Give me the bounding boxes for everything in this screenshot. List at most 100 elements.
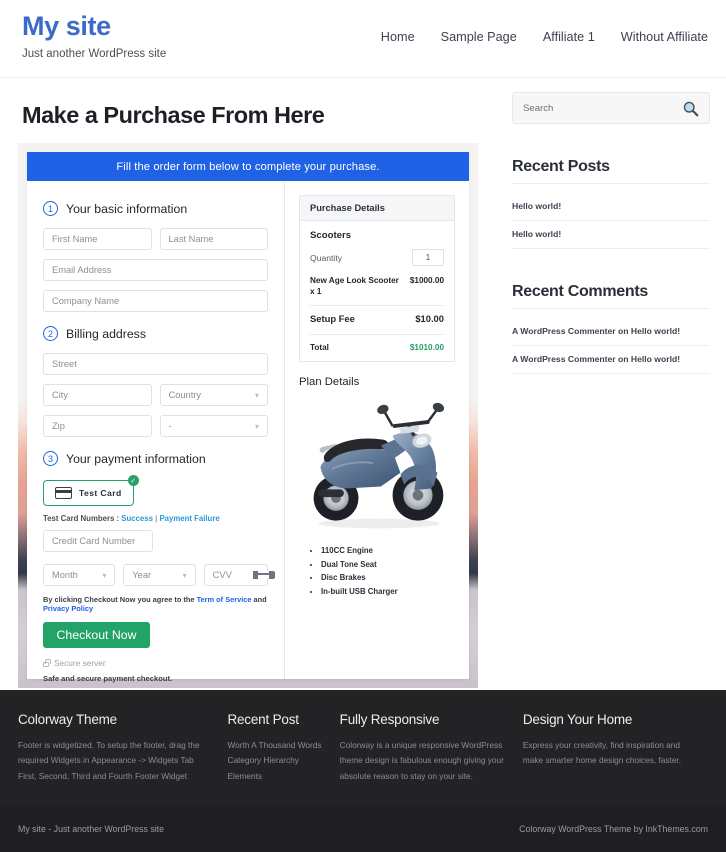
company-name-input[interactable]: Company Name	[43, 290, 268, 312]
expiry-month-value: Month	[52, 570, 78, 580]
step-2-heading: 2 Billing address	[43, 326, 268, 341]
test-card-success-link[interactable]: Success	[121, 514, 153, 523]
search-widget[interactable]: Search	[512, 92, 710, 124]
recent-post-link[interactable]: Hello world!	[512, 229, 561, 239]
tos-and: and	[251, 595, 267, 604]
primary-navigation: Home Sample Page Affiliate 1 Without Aff…	[381, 30, 708, 44]
credit-card-number-input[interactable]: Credit Card Number	[43, 530, 153, 552]
search-input[interactable]: Search	[523, 103, 553, 114]
country-select[interactable]: Country ▾	[159, 384, 268, 406]
page-root: My site Just another WordPress site Home…	[0, 0, 726, 852]
site-footer: Colorway Theme Footer is widgetized. To …	[0, 690, 726, 805]
checkout-now-button[interactable]: Checkout Now	[43, 622, 150, 648]
step-3-number-icon: 3	[43, 451, 58, 466]
state-select[interactable]: - ▾	[159, 415, 268, 437]
order-summary-column: Purchase Details Scooters Quantity 1 New…	[285, 181, 469, 679]
last-name-input[interactable]: Last Name	[159, 228, 268, 250]
payment-method-wrapper: Test Card ✓	[43, 475, 139, 506]
test-card-prefix: Test Card Numbers :	[43, 514, 122, 523]
plan-feature-item: Dual Tone Seat	[321, 558, 455, 572]
zip-input[interactable]: Zip	[43, 415, 152, 437]
footer-column-2-title: Recent Post	[227, 712, 299, 727]
total-amount: $1010.00	[409, 342, 444, 352]
recent-comment-link[interactable]: A WordPress Commenter on Hello world!	[512, 326, 680, 336]
step-1-heading: 1 Your basic information	[43, 201, 268, 216]
footer-bottom-bar: My site - Just another WordPress site Co…	[0, 805, 726, 852]
scooter-illustration	[313, 402, 445, 529]
chevron-down-icon: ▾	[102, 570, 107, 580]
site-tagline: Just another WordPress site	[22, 47, 167, 60]
site-branding[interactable]: My site Just another WordPress site	[22, 11, 322, 60]
step-3-heading: 3 Your payment information	[43, 451, 268, 466]
payment-method-label: Test Card	[79, 488, 122, 498]
nav-item-without-affiliate[interactable]: Without Affiliate	[621, 30, 708, 44]
recent-post-item[interactable]: Hello world!	[512, 193, 710, 221]
recent-post-link[interactable]: Hello world!	[512, 201, 561, 211]
footer-recent-post-link[interactable]: Worth A Thousand Words	[227, 738, 325, 753]
recent-comment-item[interactable]: A WordPress Commenter on Hello world!	[512, 346, 710, 374]
card-number-row: Credit Card Number	[43, 530, 268, 552]
street-input[interactable]: Street	[43, 353, 268, 375]
purchase-details-body: Scooters Quantity 1 New Age Look Scooter…	[300, 221, 454, 361]
footer-recent-post-link[interactable]: Elements	[227, 769, 325, 784]
nav-item-affiliate-1[interactable]: Affiliate 1	[543, 30, 595, 44]
footer-column-2: Recent Post Worth A Thousand Words Categ…	[227, 712, 339, 805]
privacy-policy-link[interactable]: Privacy Policy	[43, 604, 93, 613]
expiry-year-value: Year	[132, 570, 152, 580]
order-form-fields: 1 Your basic information First Name Last…	[27, 181, 284, 683]
nav-item-home[interactable]: Home	[381, 30, 415, 44]
setup-fee-amount: $10.00	[415, 313, 444, 325]
tos-prefix: By clicking Checkout Now you agree to th…	[43, 595, 197, 604]
cvv-input[interactable]: CVV	[203, 564, 275, 586]
line-item-name: New Age Look Scooter x 1	[310, 276, 399, 297]
footer-column-3-text: Colorway is a unique responsive WordPres…	[339, 740, 504, 781]
recent-comment-link[interactable]: A WordPress Commenter on Hello world!	[512, 354, 680, 364]
payment-method-test-card[interactable]: Test Card	[43, 480, 134, 506]
email-input[interactable]: Email Address	[43, 259, 268, 281]
site-title[interactable]: My site	[22, 11, 322, 42]
total-label: Total	[310, 342, 329, 352]
footer-column-1: Colorway Theme Footer is widgetized. To …	[18, 712, 227, 805]
terms-of-service-link[interactable]: Term of Service	[197, 595, 252, 604]
footer-recent-post-link[interactable]: Category Hierarchy	[227, 753, 325, 768]
footer-site-credit: My site - Just another WordPress site	[18, 823, 165, 834]
city-country-row: City Country ▾	[43, 384, 268, 406]
check-circle-icon: ✓	[127, 475, 139, 486]
first-name-input[interactable]: First Name	[43, 228, 152, 250]
chevron-down-icon: ▾	[254, 390, 259, 400]
quantity-label: Quantity	[310, 252, 343, 263]
step-1-label: Your basic information	[66, 201, 188, 216]
line-item-total: Total $1010.00	[310, 342, 444, 353]
main-column: Make a Purchase From Here Fill the order…	[0, 78, 500, 688]
email-field-row: Email Address	[43, 259, 268, 281]
content-wrapper: Make a Purchase From Here Fill the order…	[0, 78, 726, 688]
recent-comments-title: Recent Comments	[512, 283, 710, 309]
order-form-body: 1 Your basic information First Name Last…	[27, 181, 469, 683]
step-3-label: Your payment information	[66, 451, 206, 466]
state-select-value: -	[168, 421, 172, 431]
order-form-backdrop: Fill the order form below to complete yo…	[18, 143, 478, 688]
step-2-label: Billing address	[66, 326, 146, 341]
recent-posts-title: Recent Posts	[512, 158, 710, 184]
step-2-number-icon: 2	[43, 326, 58, 341]
footer-theme-credit-link[interactable]: Colorway WordPress Theme by InkThemes.co…	[519, 824, 708, 834]
test-card-failure-link[interactable]: Payment Failure	[159, 514, 219, 523]
expiry-year-select[interactable]: Year ▾	[123, 564, 196, 586]
country-select-value: Country	[168, 390, 202, 400]
search-icon[interactable]	[682, 100, 699, 117]
safe-checkout-note: Safe and secure payment checkout.	[43, 674, 173, 683]
recent-comment-item[interactable]: A WordPress Commenter on Hello world!	[512, 318, 710, 346]
nav-item-sample-page[interactable]: Sample Page	[441, 30, 517, 44]
expiry-month-select[interactable]: Month ▾	[43, 564, 116, 586]
quantity-input[interactable]: 1	[412, 249, 444, 266]
secure-server-label: Secure server	[54, 658, 106, 668]
plan-feature-item: Disc Brakes	[321, 571, 455, 585]
footer-theme-credit[interactable]: Colorway WordPress Theme by InkThemes.co…	[519, 824, 708, 834]
site-header: My site Just another WordPress site Home…	[0, 0, 726, 78]
recent-post-item[interactable]: Hello world!	[512, 221, 710, 249]
purchase-details-title: Purchase Details	[300, 196, 454, 221]
city-input[interactable]: City	[43, 384, 152, 406]
setup-fee-label: Setup Fee	[310, 313, 355, 325]
step-1-number-icon: 1	[43, 201, 58, 216]
footer-column-4: Design Your Home Express your creativity…	[523, 712, 708, 805]
